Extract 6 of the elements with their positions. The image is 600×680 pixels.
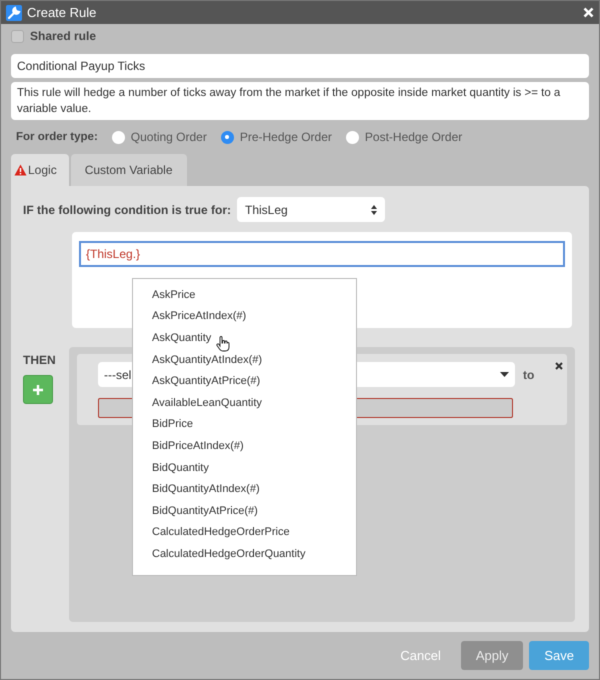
condition-label: IF the following condition is true for: <box>23 202 231 216</box>
order-type-label: For order type: <box>16 131 98 143</box>
window-title: Create Rule <box>27 5 98 20</box>
then-label: THEN <box>23 353 53 367</box>
checkbox-label: Shared rule <box>30 29 96 43</box>
to-label: to <box>523 368 534 382</box>
